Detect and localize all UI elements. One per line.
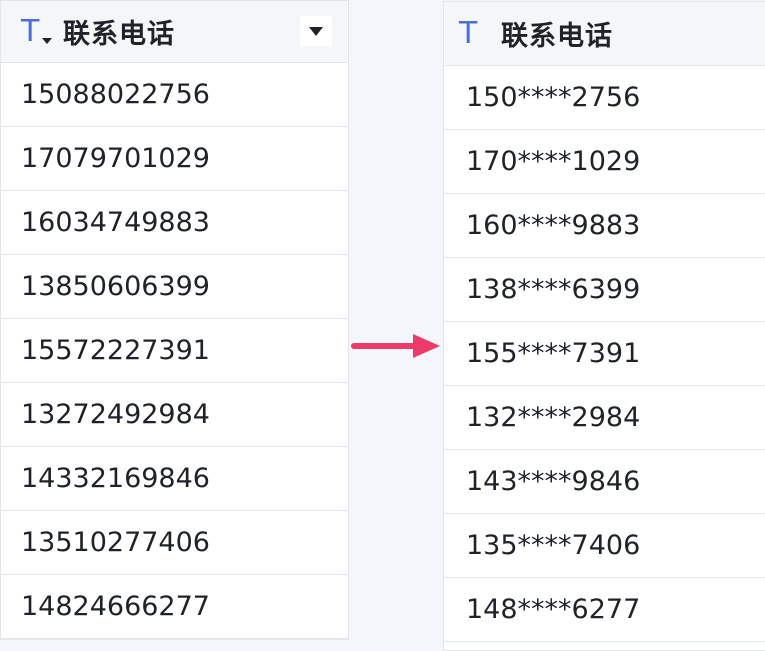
table-row[interactable]: 170****1029 <box>444 130 765 194</box>
table-row[interactable]: 148****6277 <box>444 578 765 642</box>
table-row[interactable]: 17079701029 <box>1 127 348 191</box>
masked-column: T 联系电话 150****2756 170****1029 160****98… <box>443 1 765 651</box>
table-row[interactable]: 15088022756 <box>1 63 348 127</box>
table-row[interactable]: 13272492984 <box>1 383 348 447</box>
table-row[interactable]: 150****2756 <box>444 66 765 130</box>
table-row[interactable]: 143****9846 <box>444 450 765 514</box>
text-type-icon: T <box>21 16 52 47</box>
table-row[interactable]: 160****9883 <box>444 194 765 258</box>
table-row[interactable]: 138****6399 <box>444 258 765 322</box>
table-row[interactable]: 13850606399 <box>1 255 348 319</box>
sort-caret-icon <box>42 37 52 44</box>
table-row[interactable]: 155****7391 <box>444 322 765 386</box>
column-header[interactable]: T 联系电话 <box>1 1 348 63</box>
table-row[interactable]: 15572227391 <box>1 319 348 383</box>
right-arrow-icon <box>351 334 440 358</box>
table-row[interactable]: 14332169846 <box>1 447 348 511</box>
table-row[interactable]: 13510277406 <box>1 511 348 575</box>
column-header[interactable]: T 联系电话 <box>444 2 765 66</box>
source-column: T 联系电话 15088022756 17079701029 160347498… <box>0 0 349 640</box>
text-type-icon: T <box>459 15 478 51</box>
table-row[interactable]: 14824666277 <box>1 575 348 639</box>
table-row[interactable]: 132****2984 <box>444 386 765 450</box>
caret-down-icon <box>309 26 323 36</box>
column-title: 联系电话 <box>501 21 613 52</box>
table-row[interactable]: 135****7406 <box>444 514 765 578</box>
table-row[interactable]: 16034749883 <box>1 191 348 255</box>
column-dropdown-button[interactable] <box>300 16 332 46</box>
column-title: 联系电话 <box>63 19 175 50</box>
